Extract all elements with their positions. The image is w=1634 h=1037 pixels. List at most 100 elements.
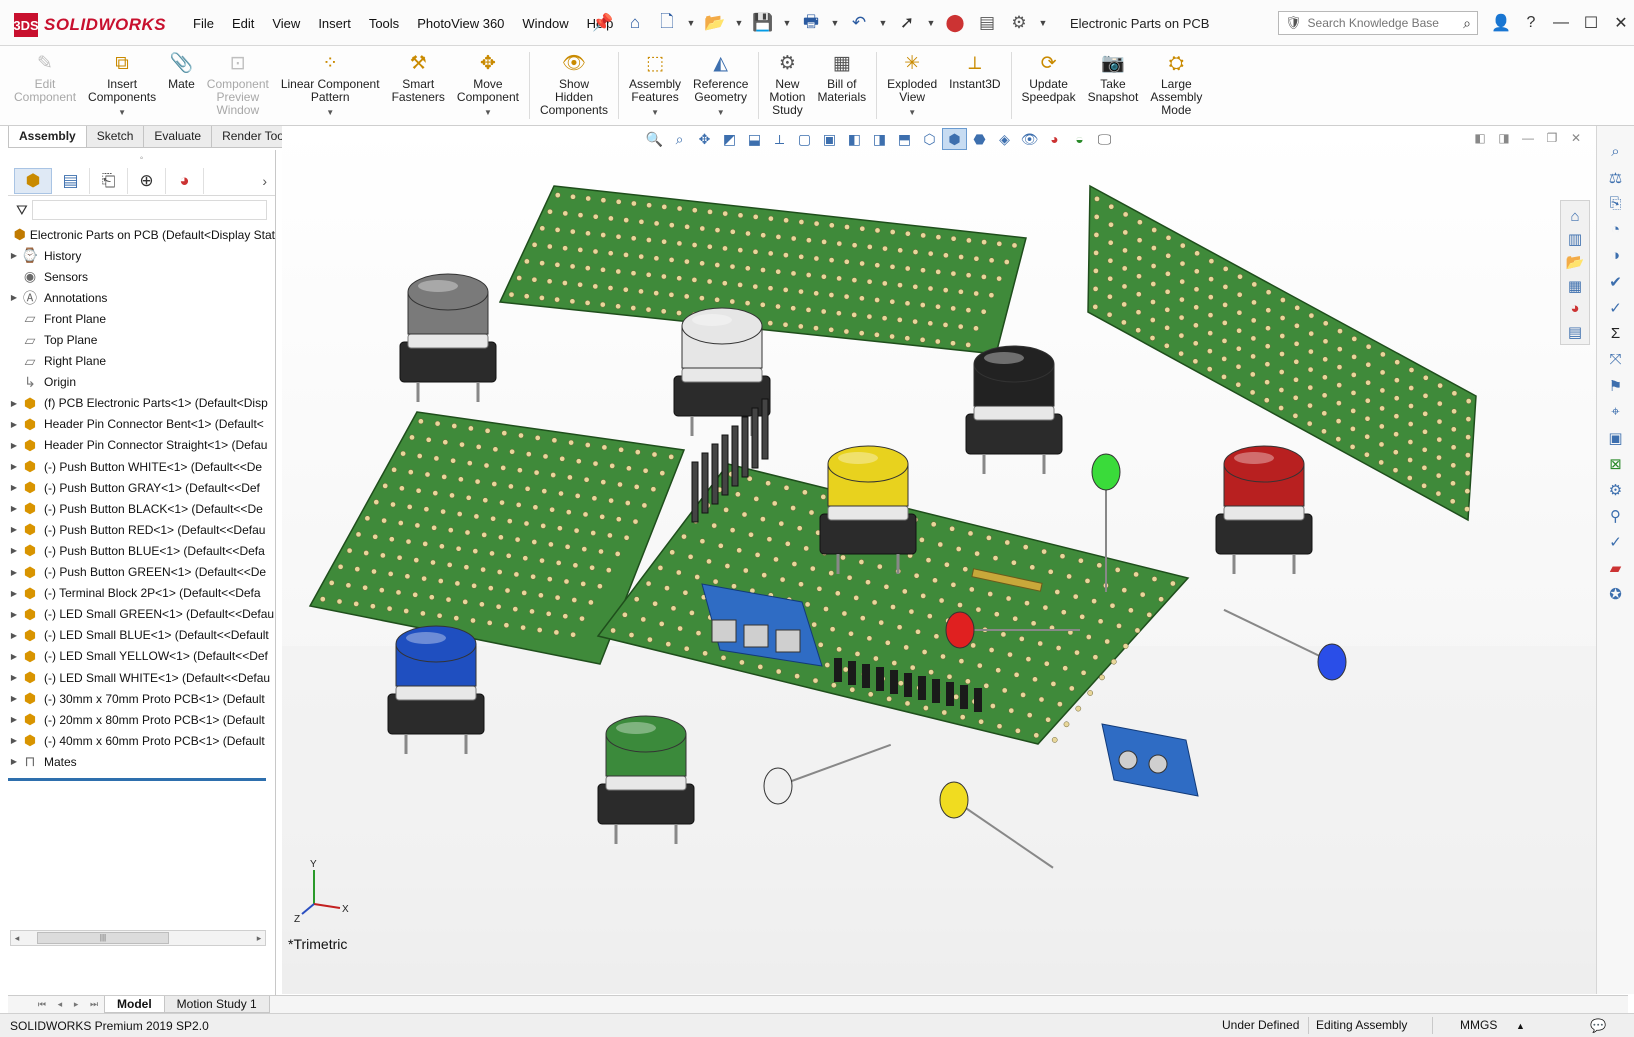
chevron-down-icon[interactable]: ▼: [484, 106, 492, 119]
tab-assembly[interactable]: Assembly: [8, 126, 87, 148]
tree-node[interactable]: ▶ Ⓐ Annotations: [8, 287, 275, 308]
take-snapshot-button[interactable]: 📷 Take Snapshot: [1082, 46, 1145, 125]
expand-arrow-icon[interactable]: ▶: [8, 568, 20, 577]
property-manager-tab-icon[interactable]: ▤: [52, 167, 90, 194]
tree-node[interactable]: ▱ Right Plane: [8, 351, 275, 372]
update-speedpak-button[interactable]: ⟳ Update Speedpak: [1016, 46, 1082, 125]
rebuild-traffic-light-icon[interactable]: ⬤: [942, 10, 968, 36]
expand-arrow-icon[interactable]: ▶: [8, 546, 20, 555]
expand-arrow-icon[interactable]: ▶: [8, 673, 20, 682]
viewport-next-icon[interactable]: ◨: [1492, 128, 1516, 148]
instant3d-button[interactable]: ⟂ Instant3D: [943, 46, 1006, 125]
zoom-to-fit-icon[interactable]: 🔍: [642, 128, 667, 150]
check-icon[interactable]: ✔: [1603, 270, 1629, 293]
menu-photoview[interactable]: PhotoView 360: [417, 14, 504, 33]
last-tab-icon[interactable]: ⏭: [90, 999, 98, 1010]
undo-icon[interactable]: ↶: [846, 10, 872, 36]
left-view-icon[interactable]: ◧: [842, 128, 867, 150]
feature-manager-tab-icon[interactable]: ⬢: [14, 167, 52, 194]
bill-of-materials-button[interactable]: ▦ Bill of Materials: [811, 46, 872, 125]
tree-node[interactable]: ▶ ⬢ (f) PCB Electronic Parts<1> (Default<D…: [8, 393, 275, 414]
new-document-icon[interactable]: 🗋: [654, 10, 680, 36]
trimetric-view-icon[interactable]: ⬢: [942, 128, 967, 150]
viewport-close-icon[interactable]: ✕: [1564, 128, 1588, 148]
viewport-prev-icon[interactable]: ◧: [1468, 128, 1492, 148]
tree-node[interactable]: ◉ Sensors: [8, 266, 275, 287]
tree-rollback-bar[interactable]: [8, 778, 266, 782]
motion-icon[interactable]: ⚲: [1603, 504, 1629, 527]
horizontal-scrollbar[interactable]: ◂ ||| ▸: [10, 930, 266, 946]
new-dropdown-icon[interactable]: ▼: [686, 10, 696, 36]
isometric-view-icon[interactable]: ⬡: [917, 128, 942, 150]
edit-component-button[interactable]: ✎ Edit Component: [8, 46, 82, 125]
save-icon[interactable]: 💾: [750, 10, 776, 36]
expand-arrow-icon[interactable]: ▶: [8, 251, 20, 260]
select-dropdown-icon[interactable]: ▼: [926, 10, 936, 36]
assembly-features-button[interactable]: ⬚ Assembly Features ▼: [623, 46, 687, 125]
tab-evaluate[interactable]: Evaluate: [143, 126, 213, 148]
new-motion-study-button[interactable]: ⚙ New Motion Study: [763, 46, 811, 125]
assembly-visualization-icon[interactable]: ⌖: [1603, 400, 1629, 423]
component-preview-window-button[interactable]: ⊡ Component Preview Window: [201, 46, 275, 125]
expand-arrow-icon[interactable]: ▶: [8, 757, 20, 766]
units-selector[interactable]: MMGS: [1460, 1018, 1497, 1032]
tree-root-assembly[interactable]: ⬢ Electronic Parts on PCB (Default<Displa…: [8, 224, 275, 245]
view-settings-icon[interactable]: 🖵: [1092, 128, 1117, 150]
tree-node[interactable]: ▶ ⬢ (-) LED Small YELLOW<1> (Default<<Def: [8, 646, 275, 667]
custom-properties-icon[interactable]: ▤: [1563, 321, 1587, 343]
print-dropdown-icon[interactable]: ▼: [830, 10, 840, 36]
dimxpert-manager-tab-icon[interactable]: ⊕: [128, 167, 166, 194]
tree-node[interactable]: ▶ ⬢ (-) 40mm x 60mm Proto PCB<1> (Default: [8, 730, 275, 751]
expand-arrow-icon[interactable]: ▶: [8, 631, 20, 640]
show-hidden-components-button[interactable]: 👁 Show Hidden Components: [534, 46, 614, 125]
view-palette-icon[interactable]: ▦: [1563, 275, 1587, 297]
assembly-model-scene[interactable]: [282, 126, 1596, 994]
expand-arrow-icon[interactable]: ▶: [8, 694, 20, 703]
tree-node[interactable]: ▶ ⌚ History: [8, 245, 275, 266]
compare-icon[interactable]: ⚑: [1603, 374, 1629, 397]
search-input[interactable]: [1307, 16, 1448, 30]
smart-fasteners-button[interactable]: ⚒ Smart Fasteners: [386, 46, 451, 125]
scroll-left-icon[interactable]: ◂: [11, 933, 23, 944]
mass-properties-icon[interactable]: ⎘: [1603, 192, 1629, 215]
menu-edit[interactable]: Edit: [232, 14, 254, 33]
help-icon[interactable]: ?: [1518, 10, 1544, 36]
performance-icon[interactable]: ◔: [1603, 218, 1629, 241]
tree-node[interactable]: ▶ ⬢ (-) Push Button WHITE<1> (Default<<De: [8, 456, 275, 477]
large-assembly-mode-button[interactable]: ⛭ Large Assembly Mode: [1144, 46, 1208, 125]
file-properties-icon[interactable]: ▤: [974, 10, 1000, 36]
tree-node[interactable]: ↳ Origin: [8, 372, 275, 393]
pan-icon[interactable]: ✥: [692, 128, 717, 150]
reference-geometry-button[interactable]: ◭ Reference Geometry ▼: [687, 46, 754, 125]
solidworks-logo[interactable]: 3DS SOLIDWORKS: [13, 12, 166, 38]
scrollbar-thumb[interactable]: |||: [37, 932, 169, 944]
file-explorer-icon[interactable]: 📂: [1563, 251, 1587, 273]
panel-grip[interactable]: ◦: [8, 150, 275, 166]
expand-arrow-icon[interactable]: ▶: [8, 504, 20, 513]
tree-node[interactable]: ▶ ⬢ (-) Push Button BLUE<1> (Default<<Defa: [8, 540, 275, 561]
menu-window[interactable]: Window: [522, 14, 568, 33]
simulation-icon[interactable]: ⚙: [1603, 478, 1629, 501]
tree-node[interactable]: ▶ ⬢ (-) LED Small BLUE<1> (Default<<Defaul…: [8, 625, 275, 646]
mate-button[interactable]: 📎 Mate: [162, 46, 201, 125]
home-view-icon[interactable]: ⌂: [1563, 205, 1587, 227]
view-orientation-icon[interactable]: ⬓: [742, 128, 767, 150]
expand-arrow-icon[interactable]: ▶: [8, 293, 20, 302]
appearances-icon[interactable]: ◕: [1563, 298, 1587, 320]
status-tooltip-icon[interactable]: 💬: [1590, 1018, 1606, 1034]
tree-node[interactable]: ▶ ⬢ Header Pin Connector Bent<1> (Default<: [8, 414, 275, 435]
filter-input[interactable]: [31, 200, 267, 220]
dimetric-view-icon[interactable]: ⬣: [967, 128, 992, 150]
back-view-icon[interactable]: ▣: [817, 128, 842, 150]
tree-node[interactable]: ▶ ⬢ (-) Push Button GREEN<1> (Default<<De: [8, 562, 275, 583]
chevron-down-icon[interactable]: ▼: [908, 106, 916, 119]
excel-bom-icon[interactable]: ⊠: [1603, 452, 1629, 475]
tree-node[interactable]: ▶ ⬢ Header Pin Connector Straight<1> (Defa…: [8, 435, 275, 456]
search-icon[interactable]: ⌕: [1463, 15, 1471, 32]
design-library-icon[interactable]: ▥: [1563, 228, 1587, 250]
viewport-minimize-icon[interactable]: —: [1516, 128, 1540, 148]
move-component-button[interactable]: ✥ Move Component ▼: [451, 46, 525, 125]
tree-node[interactable]: ▶ ⬢ (-) Push Button RED<1> (Default<<Defau: [8, 519, 275, 540]
expand-arrow-icon[interactable]: ▶: [8, 462, 20, 471]
chevron-down-icon[interactable]: ▼: [717, 106, 725, 119]
